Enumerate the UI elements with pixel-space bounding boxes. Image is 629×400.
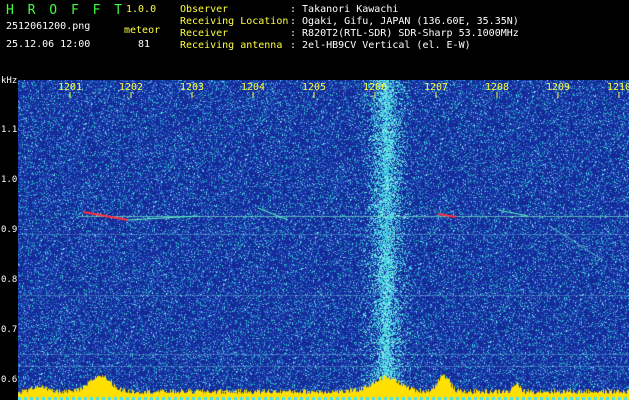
info-label-antenna: Receiving antenna — [180, 40, 283, 51]
info-value-location: : Ogaki, Gifu, JAPAN (136.60E, 35.35N) — [290, 16, 519, 27]
y-tick-label: 1.0 — [1, 175, 17, 185]
app-version: 1.0.0 — [126, 4, 157, 15]
meteor-label: meteor — [124, 25, 161, 36]
y-tick-label: 1.1 — [1, 125, 17, 135]
meteor-count: 81 — [138, 39, 151, 50]
info-value-receiver: : R820T2(RTL-SDR) SDR-Sharp 53.1000MHz — [290, 28, 519, 39]
y-tick-label: 0.6 — [1, 375, 17, 385]
y-tick-label: 0.8 — [1, 275, 17, 285]
info-value-antenna: : 2el-HB9CV Vertical (el. E-W) — [290, 40, 471, 51]
app-name: H R O F F T — [6, 3, 126, 18]
capture-timestamp: 25.12.06 12:00 — [6, 39, 91, 50]
y-tick-label: 0.9 — [1, 225, 17, 235]
header-panel: H R O F F T 1.0.0 2512061200.png meteor … — [0, 0, 629, 70]
y-axis-unit-label: kHz — [1, 76, 17, 86]
info-value-observer: : Takanori Kawachi — [290, 4, 399, 15]
image-filename: 2512061200.png — [6, 21, 91, 32]
info-label-observer: Observer — [180, 4, 229, 15]
info-label-location: Receiving Location — [180, 16, 289, 27]
info-label-receiver: Receiver — [180, 28, 229, 39]
y-tick-label: 0.7 — [1, 325, 17, 335]
spectrogram-image — [18, 80, 629, 400]
y-axis-ticks: 1.1 1.0 0.9 0.8 0.7 0.6 — [1, 125, 17, 385]
